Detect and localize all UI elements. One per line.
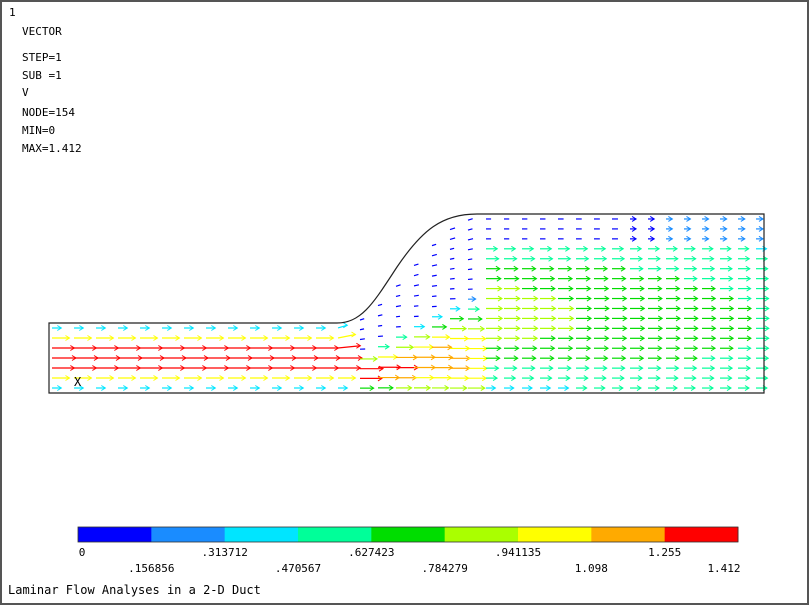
colorbar-label: .627423: [348, 547, 394, 559]
x-axis-marker: X: [74, 376, 81, 388]
velocity-arrow: [432, 286, 437, 287]
velocity-arrow: [396, 295, 400, 296]
colorbar-label: 1.098: [575, 563, 608, 575]
velocity-arrow: [468, 249, 473, 250]
velocity-arrow: [450, 268, 454, 269]
velocity-arrow: [396, 306, 401, 307]
velocity-arrow: [450, 248, 454, 249]
velocity-arrow: [360, 319, 364, 320]
colorbar-label: .313712: [201, 547, 247, 559]
colorbar-label: .941135: [495, 547, 541, 559]
velocity-arrow: [414, 264, 418, 265]
colorbar-segment: [298, 527, 372, 542]
velocity-arrow: [450, 279, 455, 280]
ansys-plot-window: 1 VECTOR STEP=1 SUB =1 V NODE=154 MIN=0 …: [0, 0, 809, 605]
velocity-arrow: [468, 239, 473, 240]
colorbar-label: 0: [79, 547, 86, 559]
colorbar-segment: [151, 527, 225, 542]
velocity-arrow: [414, 295, 419, 296]
velocity-arrow: [432, 254, 437, 255]
velocity-arrow: [360, 339, 365, 340]
colorbar-label: 1.412: [707, 563, 740, 575]
colorbar-segment: [445, 527, 519, 542]
velocity-vectors: [52, 216, 769, 390]
colorbar-label: 1.255: [648, 547, 681, 559]
velocity-arrow: [378, 304, 382, 305]
colorbar-label: .470567: [275, 563, 321, 575]
colorbar-segment: [371, 527, 445, 542]
velocity-arrow: [450, 238, 455, 239]
velocity-arrow: [468, 229, 472, 230]
colorbar: [78, 527, 739, 542]
velocity-arrow: [360, 329, 364, 330]
plot-caption: Laminar Flow Analyses in a 2-D Duct: [8, 584, 261, 596]
velocity-arrow: [468, 269, 472, 270]
velocity-arrow: [414, 285, 419, 286]
colorbar-label: .156856: [128, 563, 174, 575]
velocity-arrow: [450, 228, 455, 230]
velocity-arrow: [378, 326, 382, 327]
colorbar-segment: [225, 527, 299, 542]
colorbar-segment: [78, 527, 152, 542]
velocity-arrow: [432, 275, 437, 276]
colorbar-segment: [518, 527, 592, 542]
velocity-arrow: [450, 258, 454, 259]
velocity-arrow: [396, 316, 400, 317]
velocity-arrow: [432, 244, 436, 245]
velocity-arrow: [378, 315, 382, 316]
velocity-arrow: [414, 274, 418, 275]
vector-plot: [2, 2, 807, 603]
velocity-arrow: [396, 285, 401, 286]
velocity-arrow: [432, 265, 437, 266]
velocity-arrow: [468, 259, 472, 260]
velocity-arrow: [468, 219, 473, 221]
colorbar-label: .784279: [421, 563, 467, 575]
colorbar-segment: [665, 527, 739, 542]
colorbar-segment: [591, 527, 665, 542]
